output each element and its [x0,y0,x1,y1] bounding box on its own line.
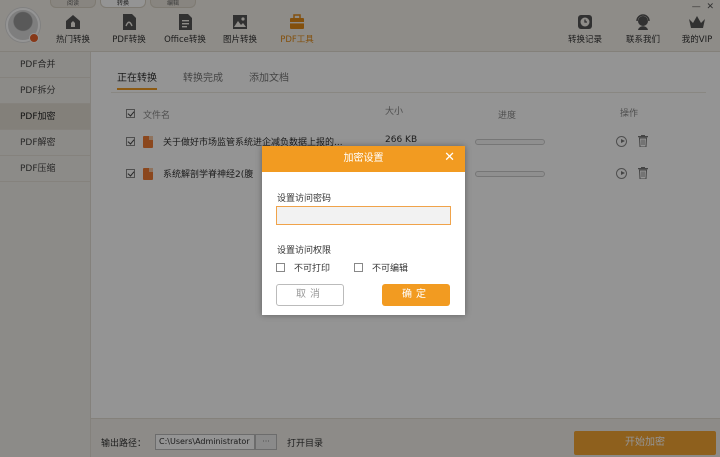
no-edit-label: 不可编辑 [372,264,409,274]
password-label: 设置访问密码 [277,194,332,204]
dialog-header: 加密设置 ✕ [262,146,465,172]
permission-label: 设置访问权限 [277,246,332,256]
confirm-button[interactable]: 确定 [382,284,450,306]
cancel-button[interactable]: 取消 [276,284,344,306]
close-icon[interactable]: ✕ [444,146,455,170]
dialog-title: 加密设置 [343,153,384,164]
no-print-option[interactable]: 不可打印 [276,261,330,274]
no-edit-checkbox[interactable] [354,263,363,272]
no-edit-option[interactable]: 不可编辑 [354,261,408,274]
no-print-label: 不可打印 [294,264,331,274]
password-input[interactable] [276,206,451,225]
no-print-checkbox[interactable] [276,263,285,272]
encrypt-settings-dialog: 加密设置 ✕ 设置访问密码 设置访问权限 不可打印 不可编辑 取消 确定 [262,146,465,315]
